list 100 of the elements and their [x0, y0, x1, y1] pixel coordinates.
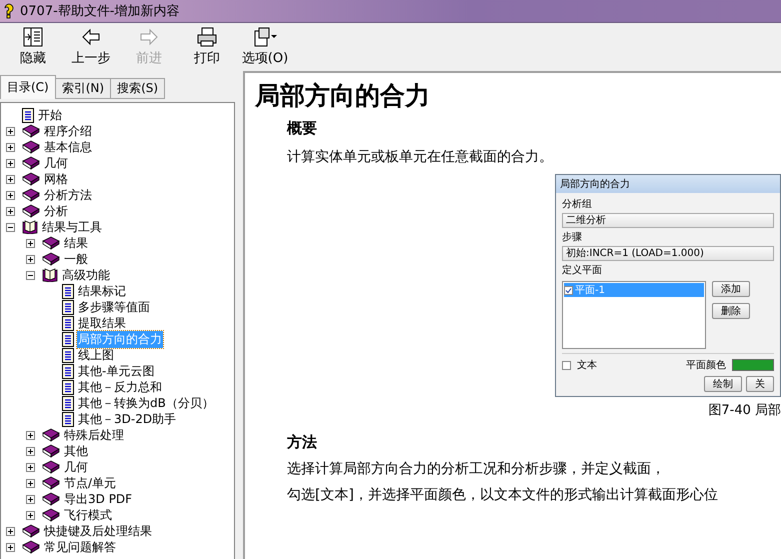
- tree-item[interactable]: 其他－反力总和: [77, 378, 163, 396]
- book-icon: [22, 524, 40, 538]
- book-icon: [22, 124, 40, 138]
- collapse-icon[interactable]: [6, 222, 15, 232]
- window-title: 0707-帮助文件-增加新内容: [20, 3, 180, 20]
- page-icon: [62, 300, 74, 314]
- tree-item[interactable]: 节点/单元: [63, 474, 118, 492]
- tree-item[interactable]: 开始: [37, 106, 63, 124]
- toolbar-button[interactable]: 隐藏: [4, 26, 62, 67]
- tree-item[interactable]: 几何: [43, 154, 69, 172]
- expand-icon[interactable]: [26, 430, 35, 440]
- book-icon: [42, 476, 60, 490]
- page-title: 局部方向的合力: [255, 80, 431, 112]
- dialog-button[interactable]: 添加: [712, 281, 750, 297]
- field-label: 平面颜色: [686, 358, 726, 372]
- forward-arrow-icon: [138, 26, 160, 48]
- tree-item[interactable]: 多步骤等值面: [77, 298, 151, 316]
- tree-item[interactable]: 其他: [63, 442, 89, 460]
- tree-item[interactable]: 快捷键及后处理结果: [43, 522, 153, 540]
- list-item: 平面-1: [564, 283, 704, 297]
- dialog-title: 局部方向的合力: [556, 175, 780, 193]
- toolbar-button[interactable]: 选项(O): [236, 26, 294, 67]
- toolbar-button[interactable]: 上一步: [62, 26, 120, 67]
- paragraph: 选择计算局部方向合力的分析工况和分析步骤，并定义截面，: [287, 460, 666, 478]
- book-icon: [42, 236, 60, 250]
- expand-icon[interactable]: [26, 478, 35, 488]
- book-icon: [42, 252, 60, 266]
- section-heading: 概要: [287, 119, 318, 138]
- color-swatch: [732, 359, 774, 371]
- expand-icon[interactable]: [26, 254, 35, 264]
- expand-icon[interactable]: [6, 142, 15, 152]
- figure-caption: 图7-40 局部: [707, 402, 781, 419]
- toolbar-button[interactable]: 打印: [178, 26, 236, 67]
- page-icon: [62, 332, 74, 346]
- tree-item[interactable]: 基本信息: [43, 138, 93, 156]
- tree-item[interactable]: 分析: [43, 202, 69, 220]
- book-icon: [22, 156, 40, 170]
- field-label: 步骤: [562, 230, 583, 244]
- collapse-icon[interactable]: [26, 270, 35, 280]
- book-icon: [42, 508, 60, 522]
- back-arrow-icon: [80, 26, 102, 48]
- tree-item[interactable]: 分析方法: [43, 186, 93, 204]
- tab[interactable]: 搜索(S): [110, 78, 166, 99]
- book-icon: [42, 492, 60, 506]
- expand-icon[interactable]: [26, 462, 35, 472]
- expand-icon[interactable]: [6, 206, 15, 216]
- tree-item[interactable]: 网格: [43, 170, 69, 188]
- expand-icon[interactable]: [6, 158, 15, 168]
- expand-icon[interactable]: [6, 542, 15, 552]
- expand-icon[interactable]: [26, 510, 35, 520]
- paragraph: 计算实体单元或板单元在任意截面的合力。: [287, 148, 554, 166]
- page-icon: [22, 108, 34, 122]
- expand-icon[interactable]: [26, 494, 35, 504]
- book-icon: [22, 172, 40, 186]
- open-book-icon: [42, 268, 58, 282]
- dialog-button[interactable]: 关: [746, 376, 774, 392]
- tree-item[interactable]: 导出3D PDF: [63, 490, 134, 508]
- hide-pane-icon: [22, 26, 44, 48]
- expand-icon[interactable]: [6, 526, 15, 536]
- options-icon: [252, 26, 278, 48]
- tree-item[interactable]: 常见问题解答: [43, 538, 117, 556]
- printer-icon: [196, 26, 218, 48]
- page-icon: [62, 396, 74, 410]
- field-label: 分析组: [562, 198, 593, 211]
- paragraph: 勾选[文本]，并选择平面颜色，以文本文件的形式输出计算截面形心位: [287, 486, 719, 504]
- expand-icon[interactable]: [6, 126, 15, 136]
- page-icon: [62, 412, 74, 426]
- page-icon: [62, 316, 74, 330]
- tree-item[interactable]: 其他－转换为dB（分贝）: [77, 394, 215, 412]
- page-icon: [62, 348, 74, 362]
- tree-item[interactable]: 几何: [63, 458, 89, 476]
- book-icon: [22, 140, 40, 154]
- book-icon: [22, 188, 40, 202]
- book-icon: [42, 444, 60, 458]
- expand-icon[interactable]: [6, 190, 15, 200]
- help-question-icon: [2, 3, 16, 19]
- tree-item[interactable]: 飞行模式: [63, 506, 113, 524]
- tree-item[interactable]: 其他-单元云图: [77, 362, 156, 380]
- dialog-button[interactable]: 删除: [712, 303, 750, 319]
- tree-item[interactable]: 高级功能: [61, 266, 111, 284]
- tree-item[interactable]: 结果与工具: [41, 218, 103, 236]
- page-icon: [62, 284, 74, 298]
- book-icon: [22, 204, 40, 218]
- tree-item[interactable]: 程序介绍: [43, 122, 93, 140]
- expand-icon[interactable]: [26, 446, 35, 456]
- tree-item[interactable]: 线上图: [77, 346, 115, 364]
- dialog-button[interactable]: 绘制: [704, 376, 742, 392]
- tree-item[interactable]: 特殊后处理: [63, 426, 125, 444]
- tree-item[interactable]: 提取结果: [77, 314, 127, 332]
- section-heading: 方法: [287, 433, 318, 452]
- tab[interactable]: 索引(N): [54, 78, 112, 99]
- tree-item[interactable]: 其他－3D-2D助手: [77, 410, 178, 428]
- tree-item[interactable]: 结果标记: [77, 282, 127, 300]
- tree-item[interactable]: 结果: [63, 234, 89, 252]
- book-icon: [22, 540, 40, 554]
- tree-item[interactable]: 一般: [63, 250, 89, 268]
- tab[interactable]: 目录(C): [0, 75, 56, 99]
- expand-icon[interactable]: [26, 238, 35, 248]
- checkbox-label: 文本: [577, 358, 597, 372]
- expand-icon[interactable]: [6, 174, 15, 184]
